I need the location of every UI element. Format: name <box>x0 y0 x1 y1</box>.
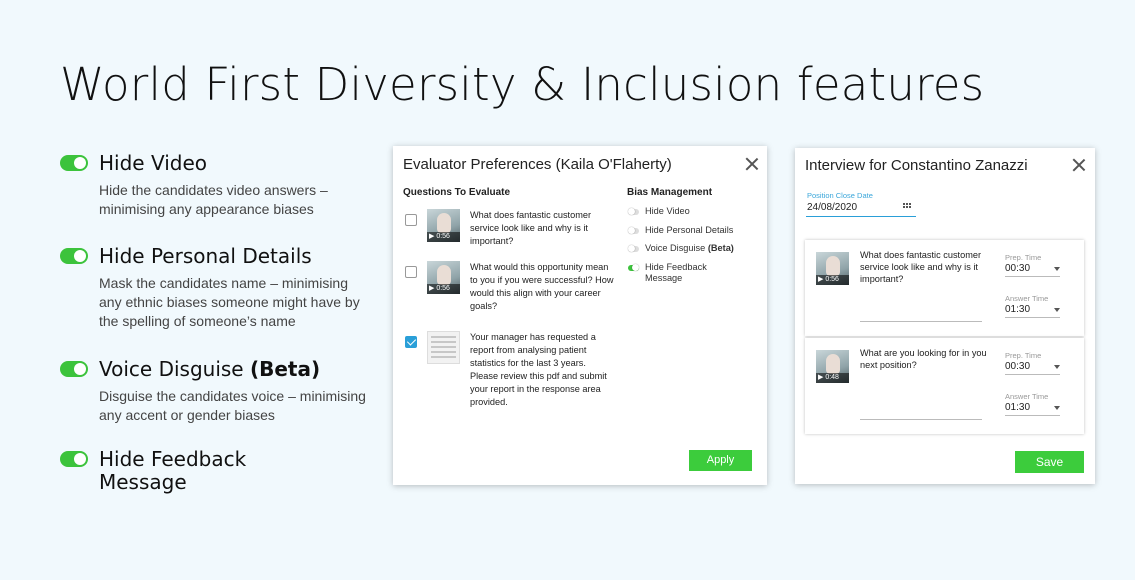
question-item: Your manager has requested a report from… <box>405 331 615 409</box>
feature-description: Hide the candidates video answers – mini… <box>99 182 328 217</box>
video-thumbnail[interactable]: ▶ 0:48 <box>816 350 849 383</box>
toggle-off-icon[interactable] <box>628 208 639 215</box>
play-icon: ▶ 0:56 <box>816 275 849 285</box>
checkbox-checked-icon[interactable] <box>405 336 417 348</box>
question-item: ▶ 0:56 What would this opportunity mean … <box>405 261 615 313</box>
chevron-down-icon <box>1054 406 1060 410</box>
toggle-on-icon[interactable] <box>628 264 639 271</box>
bias-hide-video[interactable]: Hide Video <box>628 206 690 217</box>
calendar-icon[interactable] <box>903 203 913 210</box>
chevron-down-icon <box>1054 267 1060 271</box>
checkbox-icon[interactable] <box>405 214 417 226</box>
dialog-title: Interview for Constantino Zanazzi <box>805 157 1028 174</box>
feature-name: Hide Video <box>99 151 207 175</box>
checkbox-icon[interactable] <box>405 266 417 278</box>
close-date-label: Position Close Date <box>807 191 873 200</box>
prep-time-label: Prep. Time <box>1005 253 1042 262</box>
question-card: ▶ 0:48 What are you looking for in you n… <box>805 338 1084 434</box>
feature-voice-disguise: Voice Disguise (Beta) Disguise the candi… <box>60 358 370 425</box>
beta-label: (Beta) <box>249 357 321 381</box>
feature-hide-feedback: Hide Feedback Message <box>60 448 370 494</box>
feature-name: Hide Personal Details <box>99 244 312 268</box>
close-icon[interactable] <box>745 157 759 171</box>
close-icon[interactable] <box>1072 158 1086 172</box>
date-underline <box>806 216 916 217</box>
chevron-down-icon <box>1054 365 1060 369</box>
apply-button[interactable]: Apply <box>689 450 752 471</box>
page-headline: World First Diversity & Inclusion featur… <box>60 58 985 111</box>
question-text: Your manager has requested a report from… <box>470 332 607 407</box>
answer-time-select[interactable]: 01:30 <box>1005 304 1060 318</box>
prep-time-select[interactable]: 00:30 <box>1005 361 1060 375</box>
toggle-off-icon[interactable] <box>628 227 639 234</box>
dialog-title: Evaluator Preferences (Kaila O'Flaherty) <box>403 156 672 173</box>
response-field[interactable] <box>860 419 982 420</box>
feature-hide-personal-details: Hide Personal Details Mask the candidate… <box>60 245 370 331</box>
save-button[interactable]: Save <box>1015 451 1084 473</box>
chevron-down-icon <box>1054 308 1060 312</box>
prep-time-label: Prep. Time <box>1005 351 1042 360</box>
close-date-input[interactable]: 24/08/2020 <box>807 202 857 213</box>
video-thumbnail[interactable]: ▶ 0:56 <box>427 261 460 294</box>
response-field[interactable] <box>860 321 982 322</box>
question-text: What does fantastic customer service loo… <box>470 210 592 246</box>
prep-time-select[interactable]: 00:30 <box>1005 263 1060 277</box>
video-thumbnail[interactable]: ▶ 0:56 <box>427 209 460 242</box>
question-item: ▶ 0:56 What does fantastic customer serv… <box>405 209 615 248</box>
toggle-off-icon[interactable] <box>628 245 639 252</box>
play-icon: ▶ 0:48 <box>816 373 849 383</box>
evaluator-preferences-dialog: Evaluator Preferences (Kaila O'Flaherty)… <box>393 146 767 485</box>
bias-voice-disguise[interactable]: Voice Disguise (Beta) <box>628 243 734 254</box>
questions-heading: Questions To Evaluate <box>403 187 511 198</box>
play-icon: ▶ 0:56 <box>427 232 460 242</box>
question-text: What are you looking for in you next pos… <box>860 348 987 370</box>
bias-hide-personal[interactable]: Hide Personal Details <box>628 225 733 236</box>
feature-name: Hide Feedback Message <box>99 447 247 494</box>
bias-heading: Bias Management <box>627 187 713 198</box>
feature-name: Voice Disguise (Beta) <box>99 357 321 381</box>
feature-hide-video: Hide Video Hide the candidates video ans… <box>60 152 370 219</box>
question-card: ▶ 0:56 What does fantastic customer serv… <box>805 240 1084 336</box>
question-text: What does fantastic customer service loo… <box>860 250 982 284</box>
toggle-on-icon[interactable] <box>60 248 88 264</box>
document-thumbnail[interactable] <box>427 331 460 364</box>
toggle-on-icon[interactable] <box>60 451 88 467</box>
toggle-on-icon[interactable] <box>60 361 88 377</box>
interview-dialog: Interview for Constantino Zanazzi Positi… <box>795 148 1095 484</box>
answer-time-select[interactable]: 01:30 <box>1005 402 1060 416</box>
video-thumbnail[interactable]: ▶ 0:56 <box>816 252 849 285</box>
bias-hide-feedback[interactable]: Hide Feedback Message <box>628 262 728 284</box>
toggle-on-icon[interactable] <box>60 155 88 171</box>
play-icon: ▶ 0:56 <box>427 284 460 294</box>
answer-time-label: Answer Time <box>1005 294 1049 303</box>
feature-description: Mask the candidates name – minimising an… <box>99 275 360 329</box>
feature-description: Disguise the candidates voice – minimisi… <box>99 388 366 423</box>
question-text: What would this opportunity mean to you … <box>470 262 614 311</box>
answer-time-label: Answer Time <box>1005 392 1049 401</box>
